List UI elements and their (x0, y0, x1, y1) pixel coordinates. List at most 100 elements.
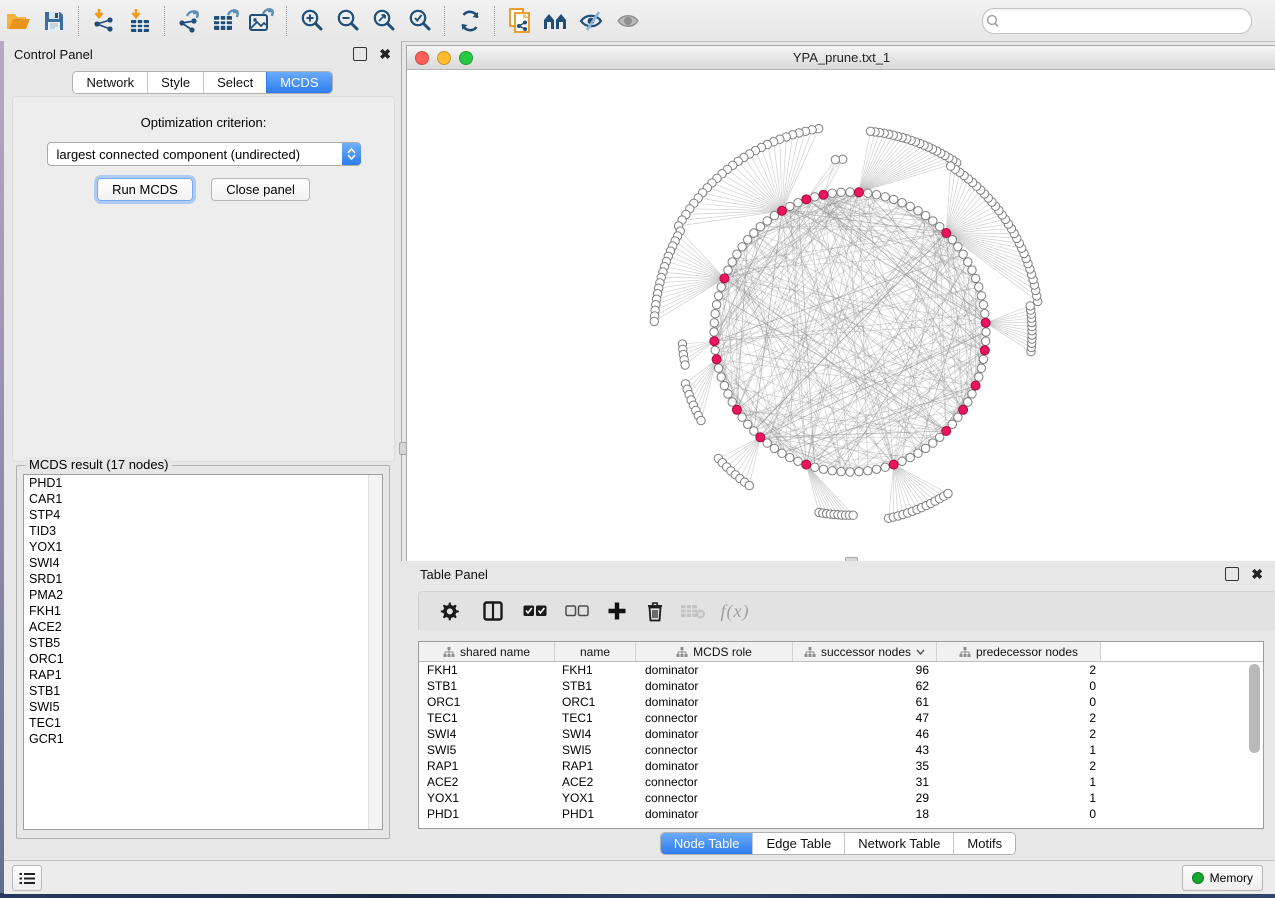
cell-predecessor-nodes[interactable]: 1 (937, 775, 1101, 789)
table-row[interactable]: PHD1PHD1dominator180 (419, 806, 1263, 822)
network-node[interactable] (982, 337, 990, 345)
cell-successor-nodes[interactable]: 47 (793, 711, 937, 725)
network-node[interactable] (710, 319, 718, 327)
network-node[interactable] (837, 188, 845, 196)
network-node[interactable] (744, 236, 752, 244)
cell-name[interactable]: PHD1 (555, 807, 636, 821)
network-node[interactable] (866, 127, 874, 135)
mcds-result-item[interactable]: FKH1 (24, 603, 382, 619)
network-node[interactable] (710, 328, 718, 336)
table-tab-node-table[interactable]: Node Table (661, 833, 753, 854)
network-node[interactable] (849, 511, 857, 519)
cell-MCDS-role[interactable]: dominator (636, 679, 793, 693)
mcds-result-item[interactable]: TEC1 (24, 715, 382, 731)
network-node[interactable] (770, 444, 778, 452)
network-node[interactable] (837, 468, 845, 476)
cell-shared-name[interactable]: RAP1 (419, 759, 555, 773)
tab-select[interactable]: Select (203, 72, 266, 93)
mcds-result-item[interactable]: STB1 (24, 683, 382, 699)
cell-successor-nodes[interactable]: 31 (793, 775, 937, 789)
cell-name[interactable]: TEC1 (555, 711, 636, 725)
network-node[interactable] (975, 373, 983, 381)
network-node[interactable] (964, 258, 972, 266)
network-node[interactable] (846, 188, 854, 196)
deselect-all-checkboxes-icon[interactable] (560, 596, 594, 626)
mcds-result-item[interactable]: RAP1 (24, 667, 382, 683)
optimization-criterion-select[interactable]: largest connected component (undirected) (47, 142, 361, 166)
cell-name[interactable]: FKH1 (555, 663, 636, 677)
cell-predecessor-nodes[interactable]: 1 (937, 743, 1101, 757)
mcds-network-node[interactable] (889, 460, 898, 469)
network-node[interactable] (714, 292, 722, 300)
cell-predecessor-nodes[interactable]: 1 (937, 791, 1101, 805)
tab-network[interactable]: Network (73, 72, 147, 93)
network-node[interactable] (714, 364, 722, 372)
network-node[interactable] (717, 283, 725, 291)
cell-MCDS-role[interactable]: dominator (636, 807, 793, 821)
network-node[interactable] (898, 457, 906, 465)
network-node[interactable] (811, 193, 819, 201)
network-node[interactable] (914, 207, 922, 215)
mcds-network-node[interactable] (819, 190, 828, 199)
network-node[interactable] (929, 217, 937, 225)
table-row[interactable]: ORC1ORC1dominator610 (419, 694, 1263, 710)
network-node[interactable] (744, 420, 752, 428)
mcds-network-node[interactable] (971, 381, 980, 390)
network-node[interactable] (828, 467, 836, 475)
network-node[interactable] (968, 390, 976, 398)
export-network-icon[interactable] (172, 3, 208, 39)
network-node[interactable] (794, 199, 802, 207)
cell-name[interactable]: ACE2 (555, 775, 636, 789)
cell-shared-name[interactable]: FKH1 (419, 663, 555, 677)
open-session-icon[interactable] (0, 3, 36, 39)
network-window-titlebar[interactable]: YPA_prune.txt_1 (407, 46, 1275, 70)
network-node[interactable] (724, 390, 732, 398)
vertical-splitter-handle[interactable] (399, 442, 407, 455)
column-header-successor-nodes[interactable]: successor nodes (793, 642, 937, 661)
table-scrollbar-thumb[interactable] (1249, 664, 1260, 753)
network-node[interactable] (733, 250, 741, 258)
cell-MCDS-role[interactable]: connector (636, 743, 793, 757)
network-node[interactable] (864, 189, 872, 197)
cell-predecessor-nodes[interactable]: 0 (937, 695, 1101, 709)
cell-name[interactable]: STB1 (555, 679, 636, 693)
mcds-network-node[interactable] (981, 318, 990, 327)
cell-predecessor-nodes[interactable]: 2 (937, 759, 1101, 773)
cell-predecessor-nodes[interactable]: 2 (937, 711, 1101, 725)
cell-successor-nodes[interactable]: 46 (793, 727, 937, 741)
close-panel-icon[interactable]: ✖ (379, 48, 391, 60)
table-row[interactable]: SWI4SWI4dominator462 (419, 726, 1263, 742)
network-node[interactable] (712, 301, 720, 309)
tab-style[interactable]: Style (147, 72, 203, 93)
mcds-result-item[interactable]: SRD1 (24, 571, 382, 587)
cell-successor-nodes[interactable]: 61 (793, 695, 937, 709)
network-node[interactable] (914, 449, 922, 457)
network-node[interactable] (756, 223, 764, 231)
cell-MCDS-role[interactable]: connector (636, 775, 793, 789)
mcds-network-node[interactable] (712, 355, 721, 364)
network-node[interactable] (906, 202, 914, 210)
show-column-icon[interactable] (476, 596, 510, 626)
network-node[interactable] (975, 283, 983, 291)
network-node[interactable] (711, 346, 719, 354)
cell-shared-name[interactable]: SWI5 (419, 743, 555, 757)
show-all-icon[interactable] (610, 3, 646, 39)
cell-name[interactable]: ORC1 (555, 695, 636, 709)
cell-shared-name[interactable]: SWI4 (419, 727, 555, 741)
network-node[interactable] (750, 229, 758, 237)
refresh-view-icon[interactable] (452, 3, 488, 39)
network-node[interactable] (981, 310, 989, 318)
network-node[interactable] (697, 416, 705, 424)
memory-button[interactable]: Memory (1182, 865, 1263, 891)
network-node[interactable] (831, 156, 839, 164)
cell-successor-nodes[interactable]: 18 (793, 807, 937, 821)
node-table[interactable]: shared namenameMCDS rolesuccessor nodesp… (418, 641, 1264, 829)
network-node[interactable] (921, 444, 929, 452)
network-node[interactable] (881, 463, 889, 471)
column-header-shared-name[interactable]: shared name (419, 642, 555, 661)
network-node[interactable] (959, 250, 967, 258)
mcds-network-node[interactable] (854, 188, 863, 197)
hide-selected-icon[interactable] (574, 3, 610, 39)
export-image-icon[interactable] (244, 3, 280, 39)
tab-mcds[interactable]: MCDS (266, 72, 331, 93)
